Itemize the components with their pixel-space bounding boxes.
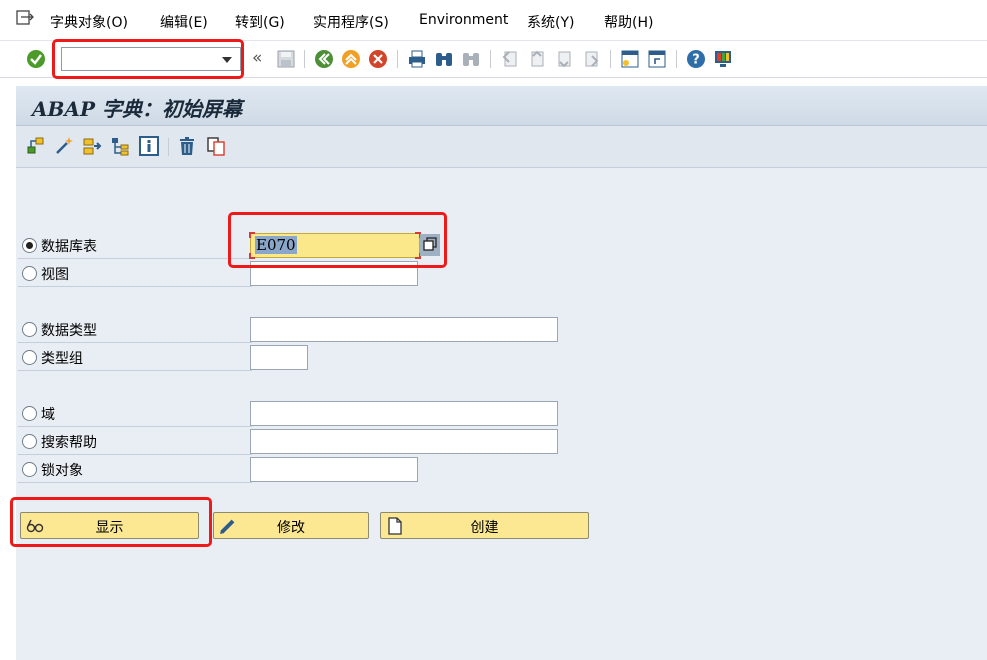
menu-help[interactable]: 帮助(H): [604, 12, 653, 32]
last-page-icon[interactable]: [581, 49, 601, 69]
where-used-icon[interactable]: [82, 136, 102, 156]
option-data-type[interactable]: 数据类型: [18, 316, 252, 343]
option-lock-object[interactable]: 锁对象: [18, 456, 252, 483]
copy-icon[interactable]: [206, 136, 226, 156]
new-session-icon[interactable]: [620, 49, 640, 69]
change-button-label: 修改: [277, 520, 305, 536]
radio-type-group[interactable]: [22, 350, 37, 365]
find-icon[interactable]: [434, 49, 454, 69]
option-label: 视图: [41, 267, 69, 283]
option-view[interactable]: 视图: [18, 260, 252, 287]
option-database-table[interactable]: 数据库表: [18, 232, 252, 259]
radio-domain[interactable]: [22, 406, 37, 421]
database-table-input[interactable]: E070: [249, 232, 421, 259]
display-button-label: 显示: [95, 520, 124, 536]
find-next-icon[interactable]: [461, 49, 481, 69]
option-type-group[interactable]: 类型组: [18, 344, 252, 371]
type-group-input[interactable]: [250, 345, 308, 370]
first-page-icon[interactable]: [500, 49, 520, 69]
customize-layout-icon[interactable]: [713, 49, 733, 69]
option-label: 域: [41, 407, 55, 423]
menu-bar: 字典对象(O) 编辑(E) 转到(G) 实用程序(S) Environment …: [0, 0, 987, 40]
save-icon[interactable]: [276, 49, 296, 69]
radio-lock-object[interactable]: [22, 462, 37, 477]
print-icon[interactable]: [407, 49, 427, 69]
menu-dictionary-object[interactable]: 字典对象(O): [50, 12, 128, 32]
option-domain[interactable]: 域: [18, 400, 252, 427]
data-type-input[interactable]: [250, 317, 558, 342]
collapse-command-icon[interactable]: «: [252, 48, 262, 68]
option-label: 类型组: [41, 351, 83, 367]
menu-utilities[interactable]: 实用程序(S): [313, 12, 389, 32]
option-label: 数据库表: [41, 239, 97, 255]
option-label: 数据类型: [41, 323, 97, 339]
option-label: 锁对象: [41, 463, 83, 479]
option-search-help[interactable]: 搜索帮助: [18, 428, 252, 455]
menu-edit[interactable]: 编辑(E): [160, 12, 208, 32]
next-page-icon[interactable]: [554, 49, 574, 69]
value-help-icon[interactable]: [420, 234, 440, 256]
create-button-label: 创建: [470, 520, 499, 536]
chevron-down-icon[interactable]: [222, 57, 232, 63]
shortcut-icon[interactable]: [647, 49, 667, 69]
command-field[interactable]: [61, 47, 241, 71]
menu-toggle-icon[interactable]: [16, 10, 34, 26]
enter-check-icon[interactable]: [26, 49, 46, 69]
exit-icon[interactable]: [341, 49, 361, 69]
view-input[interactable]: [250, 261, 418, 286]
search-help-input[interactable]: [250, 429, 558, 454]
svg-text:?: ?: [692, 53, 700, 68]
other-object-icon[interactable]: [26, 136, 46, 156]
menu-goto[interactable]: 转到(G): [235, 12, 285, 32]
lock-object-input[interactable]: [250, 457, 418, 482]
radio-database-table[interactable]: [22, 238, 37, 253]
option-label: 搜索帮助: [41, 435, 97, 451]
delete-icon[interactable]: [177, 136, 197, 156]
change-button[interactable]: 修改: [213, 512, 369, 539]
domain-input[interactable]: [250, 401, 558, 426]
standard-toolbar: « ?: [0, 40, 987, 78]
generate-icon[interactable]: [54, 136, 74, 156]
title-bar: ABAP 字典：初始屏幕: [16, 86, 987, 126]
create-button[interactable]: 创建: [380, 512, 589, 539]
radio-search-help[interactable]: [22, 434, 37, 449]
database-table-value: E070: [255, 236, 297, 254]
menu-system[interactable]: 系统(Y): [527, 12, 574, 32]
display-button[interactable]: 显示: [20, 512, 199, 539]
cancel-icon[interactable]: [368, 49, 388, 69]
info-icon[interactable]: [139, 136, 159, 156]
radio-data-type[interactable]: [22, 322, 37, 337]
radio-view[interactable]: [22, 266, 37, 281]
work-area: ABAP 字典：初始屏幕 数据库表 视图 数据类型 类型组 域 搜索帮助 锁对象…: [16, 86, 987, 660]
previous-page-icon[interactable]: [527, 49, 547, 69]
menu-environment[interactable]: Environment: [419, 12, 508, 28]
hierarchy-icon[interactable]: [110, 136, 130, 156]
application-toolbar: [16, 126, 987, 168]
page-title: ABAP 字典：初始屏幕: [32, 97, 242, 121]
back-icon[interactable]: [314, 49, 334, 69]
help-icon[interactable]: ?: [686, 49, 706, 69]
